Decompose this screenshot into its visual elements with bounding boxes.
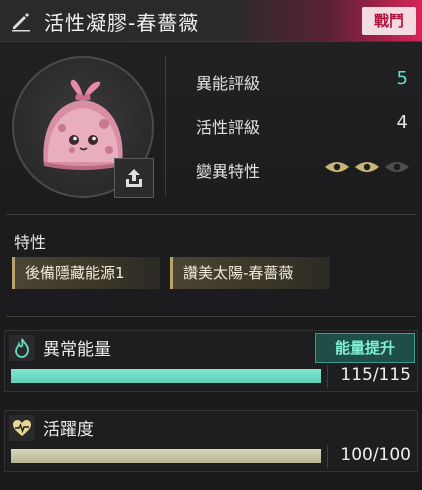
value-divider	[327, 445, 328, 469]
traits-section-title: 特性	[14, 233, 47, 252]
flame-icon	[9, 335, 35, 361]
eye-icon-active	[325, 162, 349, 172]
anomaly-energy-value: 115/115	[340, 365, 411, 385]
energy-boost-button[interactable]: 能量提升	[315, 333, 415, 363]
creature-info-panel: 活性凝膠-春薔薇 戰鬥 異能評級 5 活性評級 4 變異特性 特性 後備隱藏能源…	[0, 0, 422, 490]
stat-row-mutation-traits: 變異特性	[196, 154, 412, 184]
eye-icon-inactive	[385, 162, 409, 172]
share-button[interactable]	[114, 158, 154, 198]
activity-bar	[11, 449, 321, 463]
activity-panel: 活躍度 100/100	[4, 410, 418, 472]
stat-row-ability-rating: 異能評級 5	[196, 66, 412, 96]
portrait-divider	[165, 56, 166, 196]
section-divider	[6, 316, 416, 317]
anomaly-energy-label: 異常能量	[43, 340, 111, 360]
stat-value: 5	[396, 68, 408, 89]
combat-tag-badge: 戰鬥	[362, 7, 416, 35]
value-divider	[327, 365, 328, 389]
creature-name-title: 活性凝膠-春薔薇	[44, 11, 200, 35]
heartbeat-icon	[9, 415, 35, 441]
activity-value: 100/100	[340, 445, 411, 465]
trait-chip[interactable]: 讚美太陽-春薔薇	[170, 257, 330, 289]
share-upload-icon	[126, 169, 142, 187]
stat-value: 4	[396, 112, 408, 133]
edit-pencil-icon[interactable]	[10, 10, 32, 32]
stat-label: 活性評級	[196, 118, 261, 137]
mutation-eyes	[324, 160, 410, 174]
activity-label: 活躍度	[43, 420, 94, 440]
header-bar: 活性凝膠-春薔薇 戰鬥	[0, 0, 422, 42]
trait-chip[interactable]: 後備隱藏能源1	[12, 257, 160, 289]
stat-label: 變異特性	[196, 162, 261, 181]
section-divider	[6, 214, 416, 215]
anomaly-energy-bar-fill	[11, 369, 321, 383]
anomaly-energy-panel: 異常能量 能量提升 115/115	[4, 330, 418, 392]
activity-bar-fill	[11, 449, 321, 463]
stat-row-activity-rating: 活性評級 4	[196, 110, 412, 140]
eye-icon-active	[355, 162, 379, 172]
stat-label: 異能評級	[196, 74, 261, 93]
anomaly-energy-bar	[11, 369, 321, 383]
